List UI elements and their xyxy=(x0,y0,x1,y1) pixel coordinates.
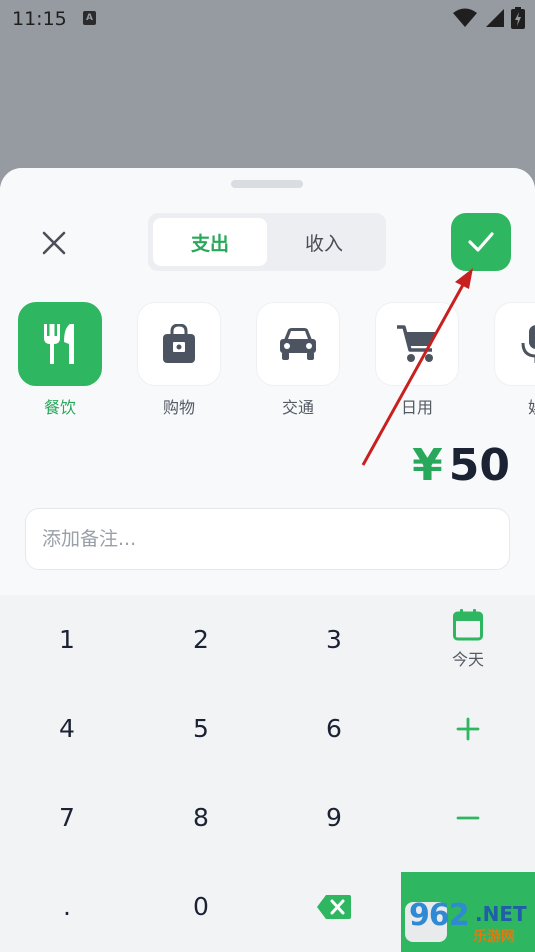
category-transport-tile[interactable] xyxy=(256,302,340,386)
key-5[interactable]: 5 xyxy=(134,684,268,773)
status-icons xyxy=(453,7,525,29)
date-label: 今天 xyxy=(451,650,484,669)
close-icon xyxy=(42,231,66,255)
type-segmented-control: 支出 收入 xyxy=(148,213,386,271)
key-3[interactable]: 3 xyxy=(267,595,401,684)
add-record-sheet: 支出 收入 餐饮 购物 交通 日用 ¥ 50 添加备注... 1 2 3 今天 … xyxy=(0,168,535,952)
key-6[interactable]: 6 xyxy=(267,684,401,773)
calendar-icon xyxy=(453,609,483,641)
category-label: 娱 xyxy=(494,394,535,418)
key-8[interactable]: 8 xyxy=(134,773,268,862)
close-button[interactable] xyxy=(37,226,71,260)
signal-icon xyxy=(486,9,504,27)
key-4[interactable]: 4 xyxy=(0,684,134,773)
key-2[interactable]: 2 xyxy=(134,595,268,684)
cart-icon xyxy=(397,325,436,362)
watermark-sub: 乐游网 xyxy=(473,929,515,945)
category-transport[interactable]: 交通 xyxy=(256,302,340,418)
currency-symbol: ¥ xyxy=(412,440,443,491)
backspace-key[interactable] xyxy=(267,862,401,951)
date-button[interactable]: 今天 xyxy=(401,595,535,684)
category-list: 餐饮 购物 交通 日用 xyxy=(18,302,535,422)
key-7[interactable]: 7 xyxy=(0,773,134,862)
plus-key[interactable] xyxy=(401,684,535,773)
category-food[interactable]: 餐饮 xyxy=(18,302,102,418)
category-entertainment-tile[interactable] xyxy=(494,302,535,386)
tab-income[interactable]: 收入 xyxy=(267,218,381,266)
minus-icon xyxy=(456,816,480,819)
category-label: 交通 xyxy=(281,398,314,417)
check-icon xyxy=(468,232,494,252)
amount-value: 50 xyxy=(448,440,510,491)
category-food-tile[interactable] xyxy=(18,302,102,386)
category-shopping-tile[interactable] xyxy=(137,302,221,386)
key-1[interactable]: 1 xyxy=(0,595,134,684)
shopping-bag-icon xyxy=(163,324,195,363)
tab-expense[interactable]: 支出 xyxy=(153,218,267,266)
category-entertainment[interactable]: 娱 xyxy=(494,302,535,418)
notification-icon: A xyxy=(83,11,96,25)
key-9[interactable]: 9 xyxy=(267,773,401,862)
plus-icon xyxy=(456,717,480,740)
category-daily[interactable]: 日用 xyxy=(375,302,459,418)
minus-key[interactable] xyxy=(401,773,535,862)
category-shopping[interactable]: 购物 xyxy=(137,302,221,418)
wifi-icon xyxy=(453,8,477,27)
category-label: 餐饮 xyxy=(43,398,76,417)
drag-handle[interactable] xyxy=(231,180,303,188)
watermark-number: 962 xyxy=(409,898,470,933)
battery-charging-icon xyxy=(511,7,525,29)
watermark-logo: 962 .NET 乐游网 xyxy=(399,896,535,952)
category-label: 日用 xyxy=(400,398,433,417)
utensils-icon xyxy=(44,324,74,364)
confirm-button[interactable] xyxy=(451,213,511,271)
amount-display: ¥ 50 xyxy=(412,440,510,491)
microphone-icon xyxy=(521,325,535,363)
status-time: 11:15 xyxy=(12,8,67,30)
backspace-icon xyxy=(317,894,351,919)
category-daily-tile[interactable] xyxy=(375,302,459,386)
status-bar: 11:15 A xyxy=(0,0,535,36)
car-icon xyxy=(280,328,316,360)
note-input[interactable] xyxy=(25,508,510,570)
watermark-net: .NET xyxy=(475,902,527,926)
key-dot[interactable]: . xyxy=(0,862,134,951)
key-0[interactable]: 0 xyxy=(134,862,268,951)
category-label: 购物 xyxy=(162,398,195,417)
